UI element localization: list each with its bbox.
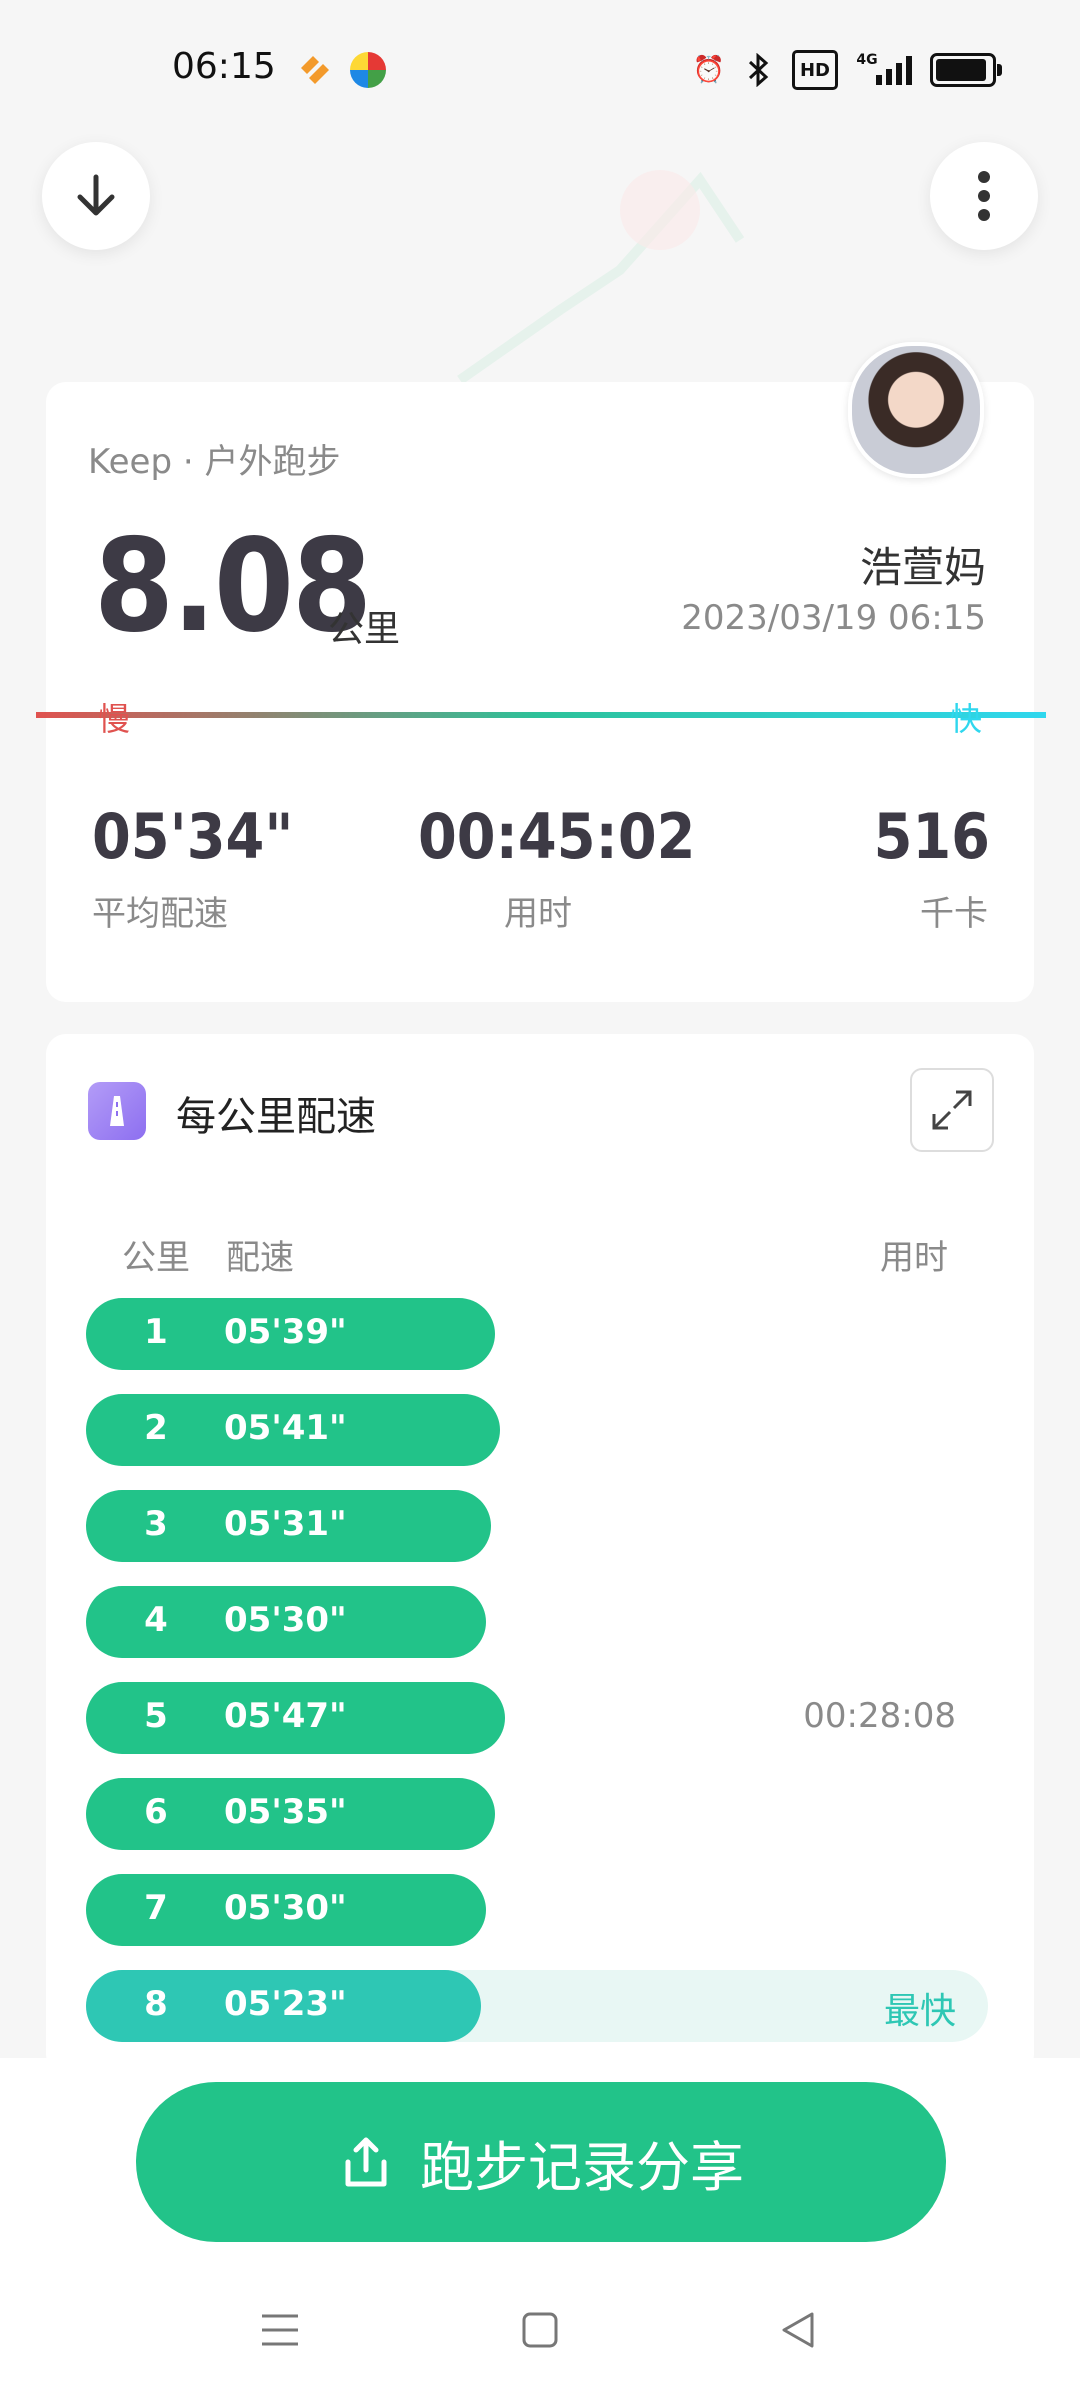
avg-pace-value: 05'34"	[92, 800, 294, 873]
slow-label: 慢	[98, 700, 131, 738]
split-pace: 05'23"	[224, 1984, 347, 2024]
column-km: 公里	[122, 1238, 190, 1278]
share-run-button[interactable]: 跑步记录分享	[136, 2082, 946, 2242]
alarm-icon: ⏰	[692, 55, 726, 85]
split-pace-bar: 3 05'31"	[86, 1490, 491, 1562]
hd-icon: HD	[792, 50, 838, 90]
split-pace: 05'47"	[224, 1696, 347, 1736]
split-km: 4	[144, 1600, 168, 1640]
nav-back-button[interactable]	[778, 2310, 818, 2354]
more-vertical-icon	[978, 171, 990, 221]
signal-4g-icon: 4G	[854, 52, 914, 87]
app-notification-icon-2	[350, 52, 386, 88]
battery-icon	[930, 53, 1002, 87]
split-pace: 05'30"	[224, 1888, 347, 1928]
split-pace-bar: 8 05'23"	[86, 1970, 481, 2042]
split-km: 1	[144, 1312, 168, 1352]
map-route-background	[457, 170, 745, 385]
split-pace-bar: 4 05'30"	[86, 1586, 486, 1658]
split-row: 1 05'39"	[86, 1298, 996, 1370]
menu-icon	[262, 2314, 298, 2346]
calories-label: 千卡	[920, 894, 988, 934]
split-row: 4 05'30"	[86, 1586, 996, 1658]
source-label: Keep · 户外跑步	[88, 442, 341, 482]
split-row: 2 05'41"	[86, 1394, 996, 1466]
split-km: 8	[144, 1984, 168, 2024]
split-km: 2	[144, 1408, 168, 1448]
split-pace-bar: 7 05'30"	[86, 1874, 486, 1946]
expand-button[interactable]	[910, 1068, 994, 1152]
fastest-tag: 最快	[883, 1991, 956, 2032]
split-pace: 05'41"	[224, 1408, 347, 1448]
duration-value: 00:45:02	[418, 800, 696, 873]
split-row: 7 05'30"	[86, 1874, 996, 1946]
splits-card: 每公里配速 公里 配速 用时 1 05'39" 2 05'41" 3 05'31" 4 05'…	[46, 1034, 1034, 2074]
avatar[interactable]	[848, 342, 984, 478]
split-pace: 05'30"	[224, 1600, 347, 1640]
user-name: 浩萱妈	[859, 543, 986, 592]
split-rows: 1 05'39" 2 05'41" 3 05'31" 4 05'30" 5 05'47" 00:28…	[86, 1298, 996, 2058]
avg-pace-label: 平均配速	[92, 894, 228, 934]
split-row: 6 05'35"	[86, 1778, 996, 1850]
bluetooth-icon	[742, 53, 776, 87]
split-pace: 05'35"	[224, 1792, 347, 1832]
column-pace: 配速	[226, 1238, 294, 1278]
app-notification-icon	[295, 50, 333, 88]
fast-label: 快	[950, 700, 983, 738]
split-pace-bar: 1 05'39"	[86, 1298, 495, 1370]
split-row: 3 05'31"	[86, 1490, 996, 1562]
back-triangle-icon	[782, 2312, 814, 2348]
share-run-label: 跑步记录分享	[420, 2135, 744, 2199]
split-row: 8 05'23" 最快	[86, 1970, 996, 2042]
split-pace: 05'31"	[224, 1504, 347, 1544]
calories-value: 516	[873, 800, 990, 873]
network-label: 4G	[856, 52, 878, 68]
split-km: 7	[144, 1888, 168, 1928]
splits-title: 每公里配速	[176, 1094, 376, 1140]
column-time: 用时	[880, 1238, 948, 1278]
expand-icon	[932, 1090, 972, 1130]
status-icons: ⏰ HD 4G	[692, 50, 1002, 90]
split-cumulative-time: 00:28:08	[803, 1696, 956, 1736]
split-row: 5 05'47" 00:28:08	[86, 1682, 996, 1754]
split-km: 6	[144, 1792, 168, 1832]
nav-home-button[interactable]	[520, 2310, 560, 2354]
split-pace-bar: 5 05'47"	[86, 1682, 505, 1754]
distance-unit: 公里	[328, 609, 401, 650]
split-km: 3	[144, 1504, 168, 1544]
status-time: 06:15	[172, 46, 276, 87]
home-square-icon	[522, 2312, 558, 2348]
split-pace: 05'39"	[224, 1312, 347, 1352]
nav-menu-button[interactable]	[260, 2310, 300, 2354]
pace-gradient-bar	[36, 712, 1046, 718]
share-icon	[345, 2137, 387, 2187]
duration-label: 用时	[504, 894, 572, 934]
arrow-down-icon	[77, 174, 115, 216]
split-pace-bar: 6 05'35"	[86, 1778, 495, 1850]
more-options-button[interactable]	[930, 142, 1038, 250]
pace-icon	[88, 1082, 146, 1140]
run-datetime: 2023/03/19 06:15	[681, 598, 986, 638]
download-button[interactable]	[42, 142, 150, 250]
summary-card: Keep · 户外跑步 8.08 公里 浩萱妈 2023/03/19 06:15…	[36, 382, 1046, 1002]
split-pace-bar: 2 05'41"	[86, 1394, 500, 1466]
split-km: 5	[144, 1696, 168, 1736]
